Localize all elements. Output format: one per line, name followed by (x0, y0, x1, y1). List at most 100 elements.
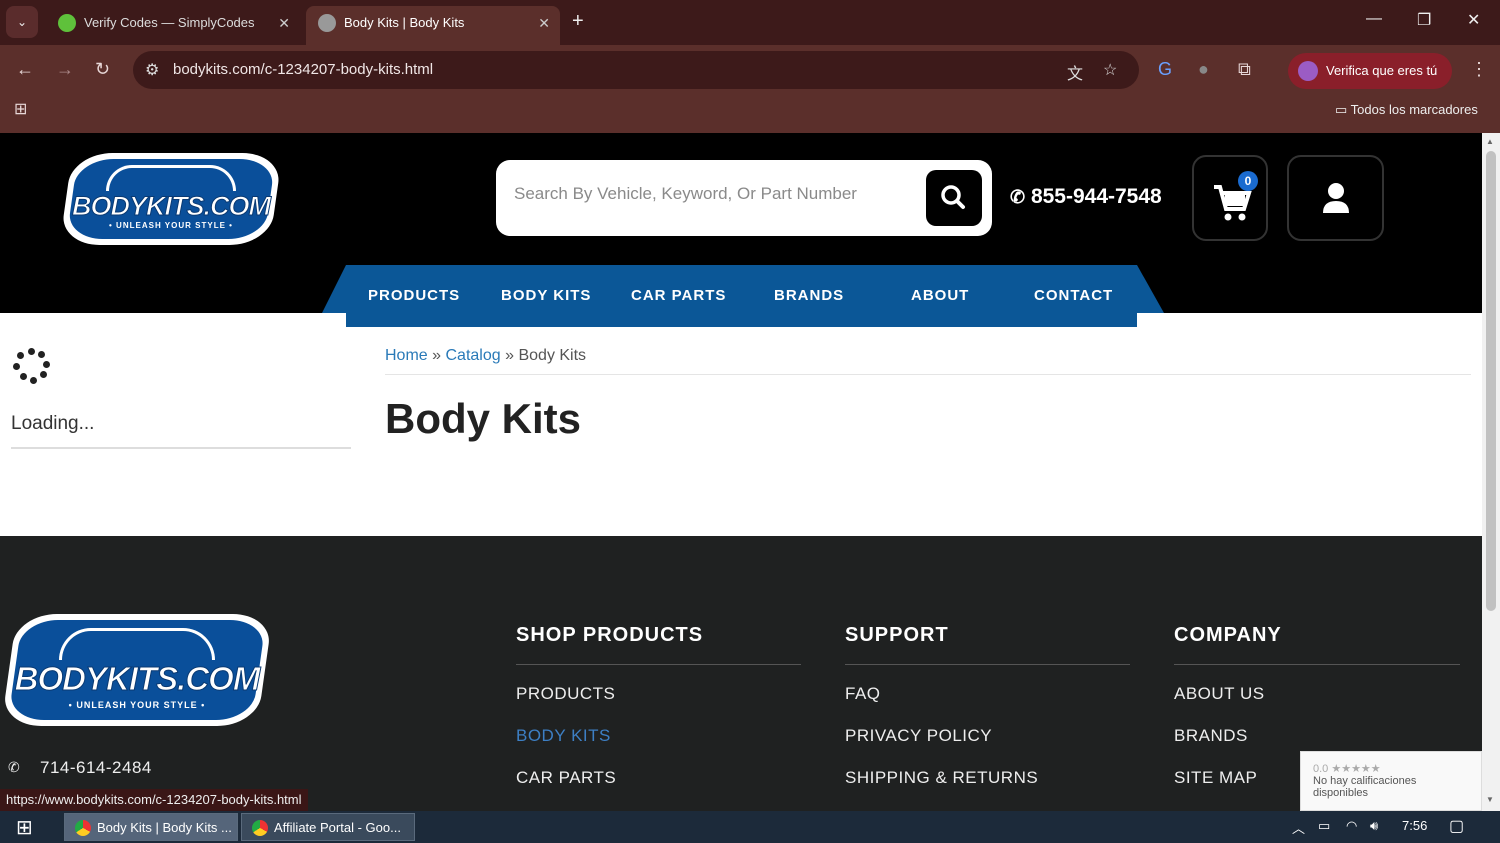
footer-phone[interactable]: 714-614-2484 (40, 758, 152, 778)
breadcrumb: Home » Catalog » Body Kits (385, 347, 586, 365)
taskbar-item-affiliate-portal[interactable]: Affiliate Portal - Goo... (241, 813, 415, 841)
breadcrumb-home-link[interactable]: Home (385, 347, 428, 364)
cart-button[interactable] (1192, 155, 1268, 241)
scroll-down-icon[interactable]: ▼ (1486, 795, 1494, 804)
tab-title: Body Kits | Body Kits (344, 15, 465, 30)
network-icon[interactable]: ▭ (1318, 818, 1330, 834)
url-text: bodykits.com/c-1234207-body-kits.html (173, 61, 434, 78)
footer-heading-company: COMPANY (1174, 624, 1282, 646)
footer-link-brands[interactable]: BRANDS (1174, 726, 1248, 746)
profile-label: Verifica que eres tú (1326, 63, 1438, 78)
spinner-dot (43, 361, 50, 368)
recaptcha-text: No hay calificaciones disponibles (1313, 775, 1417, 799)
recaptcha-rating: 0.0 ★★★★★ (1313, 763, 1381, 775)
volume-icon[interactable]: 🔊︎ (1370, 818, 1378, 834)
menu-item-car-parts[interactable]: CAR PARTS (631, 287, 726, 304)
extensions-puzzle-icon[interactable]: ⧉ (1238, 59, 1251, 80)
spinner-dot (38, 351, 45, 358)
scroll-up-icon[interactable]: ▲ (1486, 137, 1494, 146)
menu-item-products[interactable]: PRODUCTS (368, 287, 460, 304)
recaptcha-badge[interactable]: 0.0 ★★★★★ No hay calificaciones disponib… (1300, 751, 1482, 811)
windows-taskbar: ⊞ Body Kits | Body Kits ... Affiliate Po… (0, 811, 1500, 843)
bodykits-favicon-icon (318, 14, 336, 32)
close-window-icon[interactable]: ✕ (1467, 10, 1480, 30)
site-logo[interactable]: BODYKITS.COM • UNLEASH YOUR STYLE • (59, 153, 283, 245)
forward-icon[interactable]: → (56, 59, 74, 80)
search-icon (941, 185, 965, 209)
tab-body-kits[interactable]: Body Kits | Body Kits ✕ (306, 6, 560, 45)
spinner-dot (20, 373, 27, 380)
phone-number: 855-944-7548 (1030, 185, 1162, 208)
extension-icon[interactable]: ● (1198, 59, 1209, 80)
scrollbar-thumb[interactable] (1486, 151, 1496, 611)
wifi-icon[interactable]: ◠ (1346, 818, 1357, 834)
menu-item-contact[interactable]: CONTACT (1034, 287, 1113, 304)
menu-item-about[interactable]: ABOUT (911, 287, 969, 304)
all-bookmarks-button[interactable]: ▭ Todos los marcadores (1335, 102, 1478, 118)
close-tab-icon[interactable]: ✕ (538, 6, 550, 40)
close-tab-icon[interactable]: ✕ (278, 6, 290, 40)
site-info-icon[interactable]: ⚙ (145, 60, 159, 80)
taskbar-item-body-kits[interactable]: Body Kits | Body Kits ... (64, 813, 238, 841)
footer-link-shipping-returns[interactable]: SHIPPING & RETURNS (845, 768, 1038, 788)
header-phone[interactable]: ✆ 855-944-7548 (1010, 185, 1162, 209)
profile-verify-button[interactable]: Verifica que eres tú (1288, 53, 1452, 89)
cart-count-badge: 0 (1238, 171, 1258, 191)
search-button[interactable] (926, 170, 982, 226)
new-tab-icon[interactable]: + (572, 10, 584, 33)
translate-icon[interactable]: 文 (1067, 60, 1083, 84)
footer-divider (516, 664, 801, 665)
logo-text: BODYKITS.COM (14, 660, 261, 698)
address-bar[interactable]: ⚙ bodykits.com/c-1234207-body-kits.html … (133, 51, 1139, 89)
breadcrumb-catalog-link[interactable]: Catalog (446, 347, 501, 364)
tab-bar: ⌄ Verify Codes — SimplyCodes ✕ Body Kits… (0, 0, 1500, 45)
footer-link-site-map[interactable]: SITE MAP (1174, 768, 1257, 788)
footer-link-car-parts[interactable]: CAR PARTS (516, 768, 616, 788)
account-button[interactable] (1287, 155, 1384, 241)
phone-icon: ✆ (1010, 187, 1026, 207)
tab-verify-codes[interactable]: Verify Codes — SimplyCodes ✕ (46, 6, 300, 40)
logo-tagline: • UNLEASH YOUR STYLE • (109, 221, 233, 230)
user-icon (1323, 183, 1349, 213)
footer-heading-shop: SHOP PRODUCTS (516, 624, 704, 646)
reload-icon[interactable]: ↻ (95, 59, 110, 80)
back-icon[interactable]: ← (16, 59, 34, 80)
clock[interactable]: 7:56 (1402, 818, 1427, 833)
menu-item-body-kits[interactable]: BODY KITS (501, 287, 591, 304)
cart-icon (1214, 185, 1252, 221)
breadcrumb-separator: » (432, 347, 442, 364)
search-box (496, 160, 992, 236)
search-input[interactable] (514, 184, 914, 204)
status-bar-url: https://www.bodykits.com/c-1234207-body-… (0, 789, 308, 811)
footer-divider (1174, 664, 1460, 665)
tray-overflow-icon[interactable]: ︿ (1292, 818, 1305, 837)
taskbar-item-label: Body Kits | Body Kits ... (97, 820, 232, 835)
translate-extension-icon[interactable]: G (1158, 59, 1172, 80)
menu-item-brands[interactable]: BRANDS (774, 287, 844, 304)
task-view-icon[interactable]: ⊞ (16, 815, 33, 840)
web-page: BODYKITS.COM • UNLEASH YOUR STYLE • ✆ 85… (0, 133, 1482, 811)
spinner-dot (40, 371, 47, 378)
restore-icon[interactable]: ❐ (1417, 10, 1431, 30)
chrome-icon (75, 820, 91, 836)
main-menu: PRODUCTS BODY KITS CAR PARTS BRANDS ABOU… (346, 265, 1137, 327)
bookmark-star-icon[interactable]: ☆ (1103, 60, 1117, 80)
menu-kebab-icon[interactable]: ⋮ (1470, 59, 1488, 80)
car-silhouette-icon (59, 628, 215, 660)
logo-text: BODYKITS.COM (71, 191, 271, 222)
footer-link-faq[interactable]: FAQ (845, 684, 881, 704)
footer-logo[interactable]: BODYKITS.COM • UNLEASH YOUR STYLE • (1, 614, 273, 726)
page-scrollbar[interactable]: ▲ ▼ (1482, 133, 1500, 811)
notifications-icon[interactable]: ▢ (1449, 816, 1464, 836)
tab-title: Verify Codes — SimplyCodes (84, 15, 255, 30)
footer-link-products[interactable]: PRODUCTS (516, 684, 615, 704)
footer-link-privacy-policy[interactable]: PRIVACY POLICY (845, 726, 992, 746)
tab-search-dropdown[interactable]: ⌄ (6, 6, 38, 38)
minimize-icon[interactable]: — (1366, 10, 1382, 28)
sidebar-divider (11, 447, 351, 449)
taskbar-item-label: Affiliate Portal - Goo... (274, 820, 401, 835)
apps-grid-icon[interactable]: ⊞ (14, 99, 27, 119)
footer-link-about-us[interactable]: ABOUT US (1174, 684, 1265, 704)
footer-link-body-kits[interactable]: BODY KITS (516, 726, 611, 746)
site-footer: BODYKITS.COM • UNLEASH YOUR STYLE • ✆ 71… (0, 536, 1482, 811)
